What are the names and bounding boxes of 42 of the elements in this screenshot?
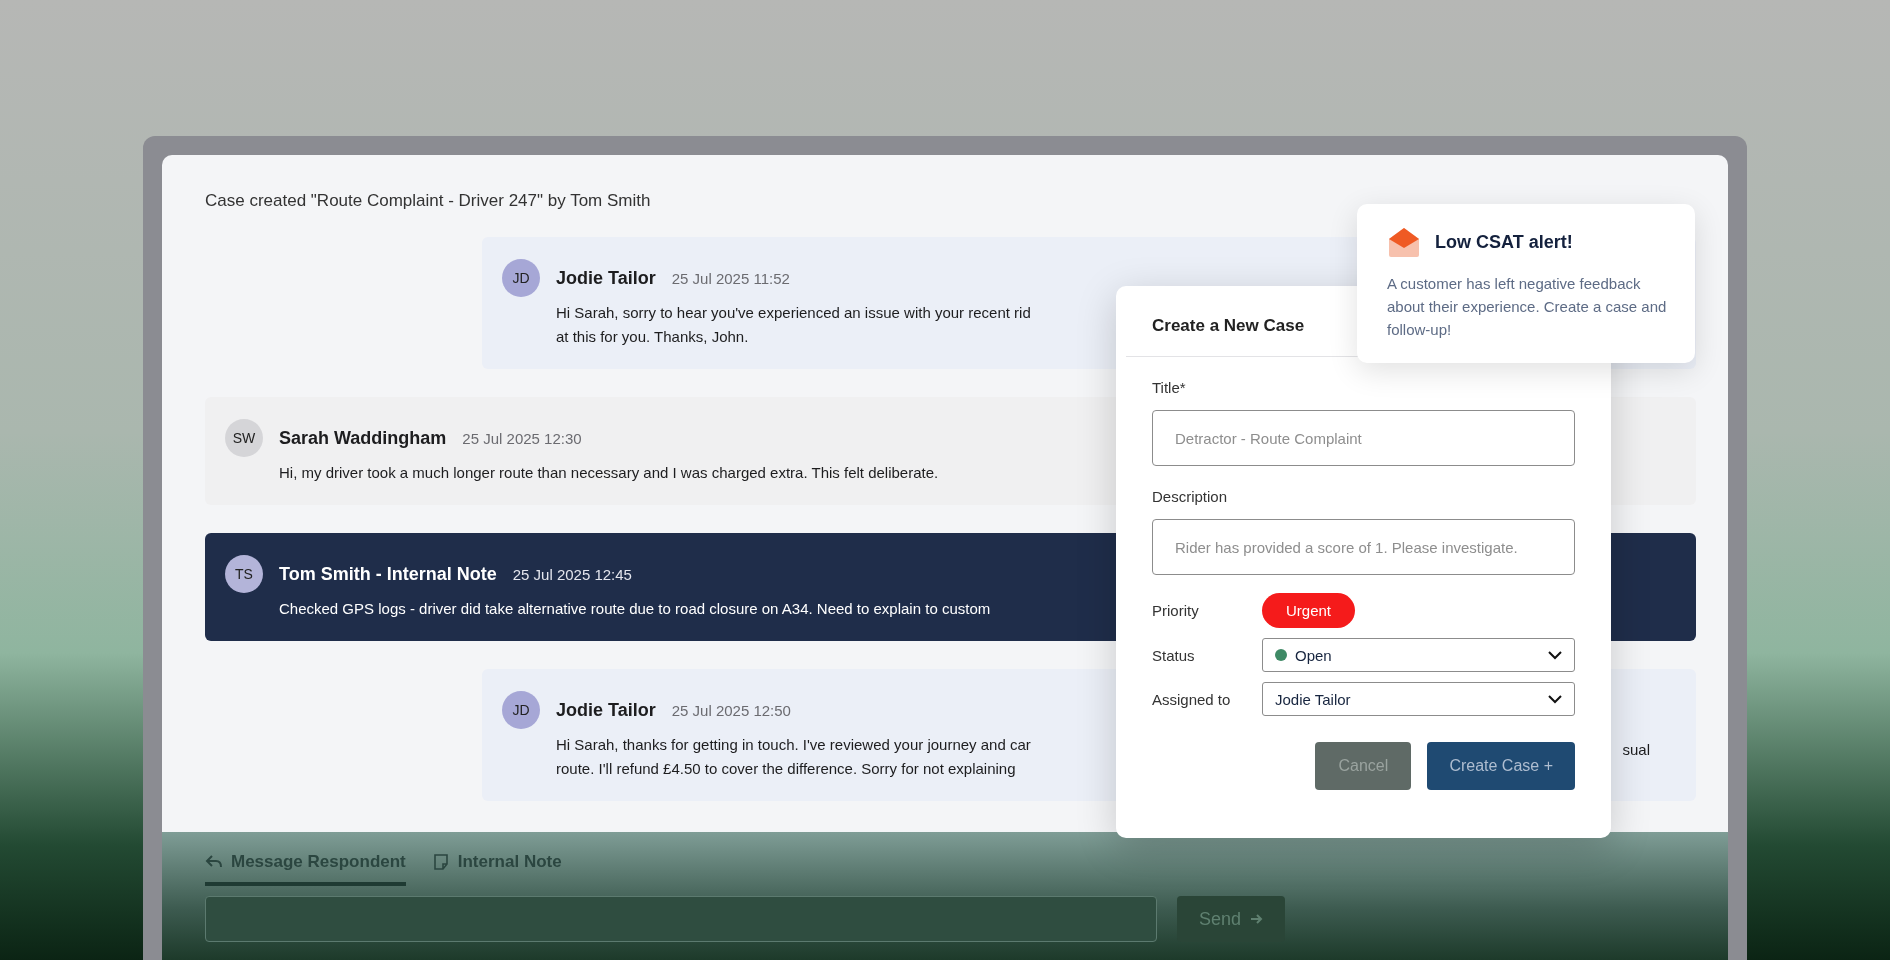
chevron-down-icon: [1548, 694, 1562, 704]
message-text: Hi Sarah, thanks for getting in touch. I've reviewed your journey and car: [556, 735, 1031, 755]
send-button[interactable]: Send: [1177, 896, 1286, 942]
avatar: SW: [225, 419, 263, 457]
message-text: route. I'll refund £4.50 to cover the difference. Sorry for not explaining: [556, 759, 1016, 779]
timestamp: 25 Jul 2025 11:52: [671, 269, 790, 287]
create-case-button[interactable]: Create Case +: [1427, 742, 1575, 790]
field-label: Title*: [1152, 379, 1187, 396]
text-field[interactable]: Detractor - Route Complaint: [1152, 410, 1575, 466]
field-label: Status: [1152, 646, 1196, 664]
field-label: Priority: [1152, 602, 1200, 619]
chevron-down-icon: [1548, 650, 1562, 660]
message-input[interactable]: [205, 896, 1157, 942]
text-field[interactable]: Rider has provided a score of 1. Please investigate.: [1152, 519, 1575, 575]
field-label: Assigned to: [1152, 690, 1232, 708]
avatar: JD: [502, 259, 540, 297]
timestamp: 25 Jul 2025 12:50: [671, 701, 791, 719]
timestamp: 25 Jul 2025 12:45: [512, 565, 632, 583]
dropdown-field[interactable]: Open: [1262, 638, 1575, 672]
author-name: Sarah Waddingham: [279, 427, 447, 449]
field-label: Description: [1152, 488, 1229, 505]
avatar: TS: [225, 555, 263, 593]
envelope-icon: [1387, 226, 1421, 258]
author-name: Jodie Tailor: [556, 267, 656, 289]
message-text: at this for you. Thanks, John.: [556, 327, 749, 347]
author-name: Jodie Tailor: [556, 699, 656, 721]
arrow-right-icon: [1249, 912, 1264, 926]
message-text: sual: [1622, 741, 1650, 758]
composer-tab[interactable]: Internal Note: [431, 844, 562, 886]
timestamp: 25 Jul 2025 12:30: [462, 429, 582, 447]
note-icon: [431, 853, 450, 871]
message-text: Hi, my driver took a much longer route than necessary and I was charged extra. This felt deliberate.: [279, 463, 939, 483]
cancel-button[interactable]: Cancel: [1315, 742, 1412, 790]
message-text: Checked GPS logs - driver did take alternative route due to road closure on A34. Need to explain to custom: [279, 599, 991, 619]
timeline-event: Case created "Route Complaint - Driver 247" by Tom Smith: [205, 191, 652, 211]
priority-badge[interactable]: Urgent: [1262, 593, 1356, 628]
alert-title: Low CSAT alert!: [1435, 231, 1573, 253]
composer-tab[interactable]: Message Respondent: [205, 844, 406, 886]
author-name: Tom Smith - Internal Note: [279, 563, 497, 585]
avatar: JD: [502, 691, 540, 729]
message-text: Hi Sarah, sorry to hear you've experienced an issue with your recent rid: [556, 303, 1031, 323]
dropdown-field[interactable]: Jodie Tailor: [1262, 682, 1575, 716]
